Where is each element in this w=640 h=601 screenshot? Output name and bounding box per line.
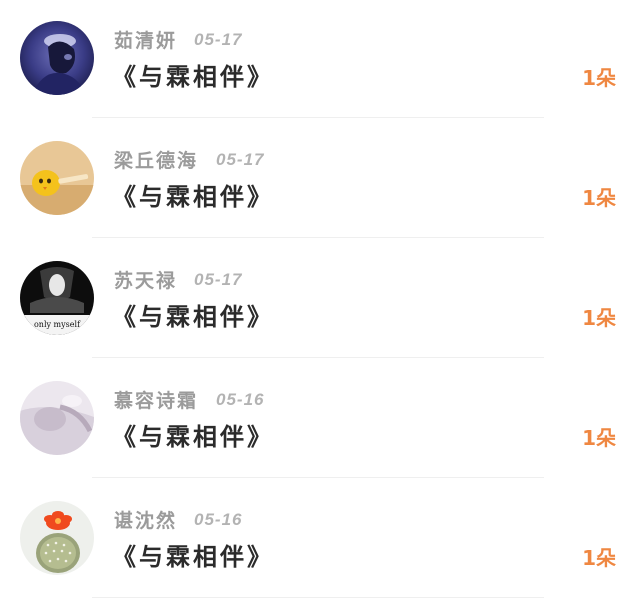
divider	[92, 237, 544, 238]
date: 05-17	[216, 150, 265, 169]
soft-portrait-avatar-icon	[20, 381, 94, 455]
list-item[interactable]: 慕容诗霜 05-16 《与霖相伴》 1朵	[0, 360, 640, 480]
list-item[interactable]: 梁丘德海 05-17 《与霖相伴》 1朵	[0, 120, 640, 240]
user-name[interactable]: 慕容诗霜	[114, 386, 198, 413]
dark-figure-avatar-icon	[20, 21, 94, 95]
gift-count: 1朵	[582, 306, 616, 330]
gift-title: 《与霖相伴》	[112, 542, 274, 571]
user-name[interactable]: 梁丘德海	[114, 146, 198, 173]
date: 05-17	[194, 270, 243, 289]
gift-count: 1朵	[582, 186, 616, 210]
user-name[interactable]: 苏天禄	[114, 266, 177, 293]
list-item[interactable]: 茹清妍 05-17 《与霖相伴》 1朵	[0, 0, 640, 120]
user-name[interactable]: 茹清妍	[114, 26, 177, 53]
gift-count: 1朵	[582, 546, 616, 570]
divider	[92, 477, 544, 478]
gift-title: 《与霖相伴》	[112, 302, 274, 331]
cactus-flower-avatar-icon	[20, 501, 94, 575]
divider	[92, 117, 544, 118]
date: 05-17	[194, 30, 243, 49]
gift-count: 1朵	[582, 426, 616, 450]
list-item[interactable]: 谌沈然 05-16 《与霖相伴》 1朵	[0, 480, 640, 600]
gift-title: 《与霖相伴》	[112, 62, 274, 91]
divider	[92, 597, 544, 598]
gift-title: 《与霖相伴》	[112, 182, 274, 211]
date: 05-16	[216, 390, 265, 409]
divider	[92, 357, 544, 358]
avatar[interactable]	[20, 21, 94, 95]
avatar[interactable]: only myself	[20, 261, 94, 335]
avatar[interactable]	[20, 141, 94, 215]
avatar[interactable]	[20, 501, 94, 575]
only-myself-avatar-icon: only myself	[20, 261, 94, 335]
gift-list: 茹清妍 05-17 《与霖相伴》 1朵 梁丘德海 05-17 《与霖相伴》 1朵	[0, 0, 640, 601]
gift-title: 《与霖相伴》	[112, 422, 274, 451]
gift-count: 1朵	[582, 66, 616, 90]
date: 05-16	[194, 510, 243, 529]
list-item[interactable]: only myself 苏天禄 05-17 《与霖相伴》 1朵	[0, 240, 640, 360]
yellow-chick-avatar-icon	[20, 141, 94, 215]
avatar[interactable]	[20, 381, 94, 455]
avatar-caption: only myself	[34, 320, 81, 329]
user-name[interactable]: 谌沈然	[114, 506, 177, 533]
